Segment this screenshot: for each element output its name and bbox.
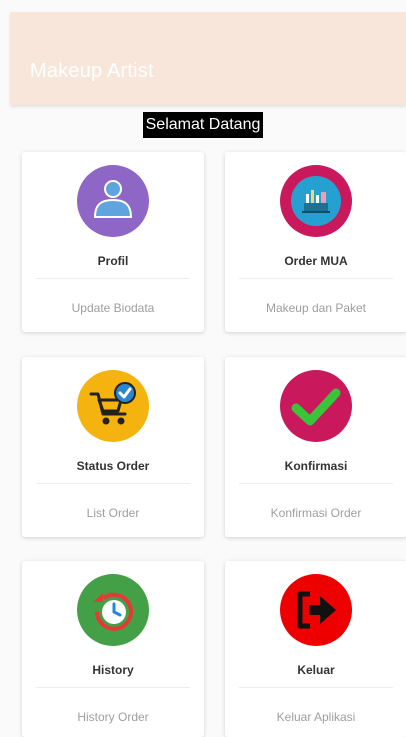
card-title: Order MUA — [284, 254, 348, 268]
card-divider — [239, 483, 393, 484]
card-divider — [36, 483, 190, 484]
welcome-banner: Selamat Datang — [0, 112, 406, 138]
menu-card-konfirmasi[interactable]: Konfirmasi Konfirmasi Order — [225, 357, 406, 537]
card-title: Status Order — [76, 459, 150, 473]
user-icon — [77, 165, 149, 237]
card-title: Keluar — [297, 663, 335, 677]
app-title: Makeup Artist — [30, 60, 154, 82]
makeup-kit-icon — [280, 165, 352, 237]
welcome-text: Selamat Datang — [142, 112, 264, 138]
home-screen: Makeup Artist Selamat Datang Profil Upda… — [0, 0, 406, 737]
card-title: Konfirmasi — [284, 459, 348, 473]
card-subtitle: Update Biodata — [71, 301, 155, 315]
clock-history-icon — [77, 574, 149, 646]
card-subtitle: History Order — [77, 710, 149, 724]
cart-check-icon — [77, 370, 149, 442]
menu-card-order-mua[interactable]: Order MUA Makeup dan Paket — [225, 152, 406, 332]
card-subtitle: Konfirmasi Order — [270, 506, 362, 520]
checkmark-icon — [280, 370, 352, 442]
status-bar — [10, 12, 406, 42]
card-title: Profil — [97, 254, 129, 268]
card-divider — [239, 278, 393, 279]
menu-card-keluar[interactable]: Keluar Keluar Aplikasi — [225, 561, 406, 737]
exit-arrow-icon — [280, 574, 352, 646]
card-subtitle: List Order — [86, 506, 140, 520]
app-bar: Makeup Artist — [10, 12, 406, 105]
card-divider — [36, 687, 190, 688]
card-divider — [239, 687, 393, 688]
menu-card-profil[interactable]: Profil Update Biodata — [22, 152, 204, 332]
card-title: History — [92, 663, 134, 677]
card-divider — [36, 278, 190, 279]
menu-card-history[interactable]: History History Order — [22, 561, 204, 737]
menu-card-status-order[interactable]: Status Order List Order — [22, 357, 204, 537]
card-subtitle: Makeup dan Paket — [265, 301, 367, 315]
card-subtitle: Keluar Aplikasi — [276, 710, 356, 724]
